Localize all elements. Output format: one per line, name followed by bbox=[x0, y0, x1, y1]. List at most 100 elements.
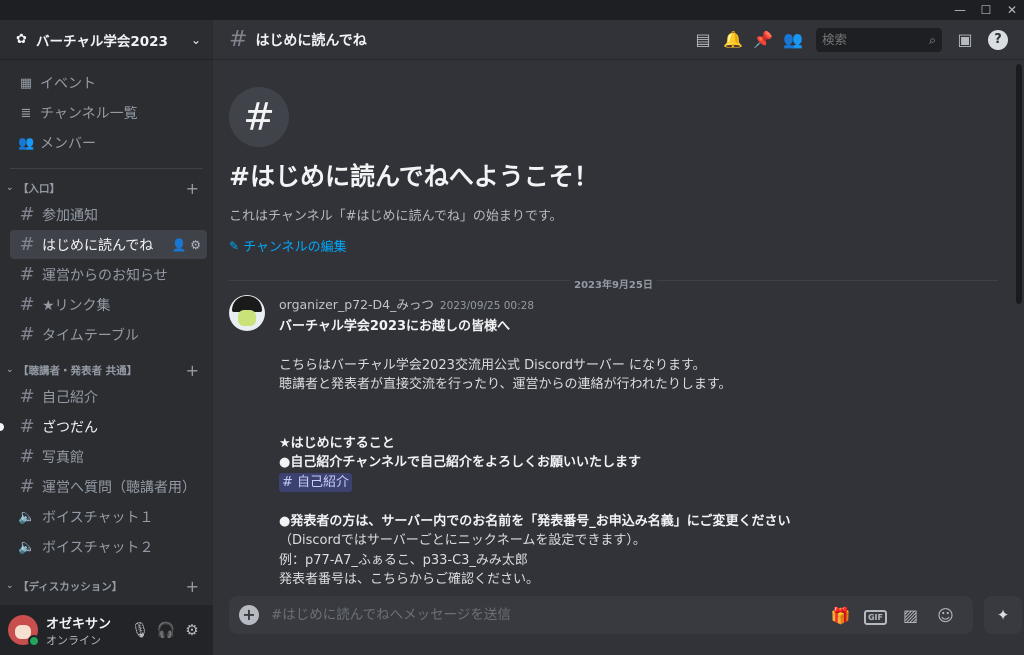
server-header[interactable]: ✿ バーチャル学会2023 ⌄ bbox=[0, 20, 213, 60]
members-link[interactable]: 👥 メンバー bbox=[10, 128, 203, 158]
microphone-icon[interactable]: 🎙 bbox=[127, 621, 153, 639]
channel-item-questions[interactable]: # 運営へ質問（聴講者用） bbox=[10, 472, 207, 501]
avatar[interactable] bbox=[8, 615, 40, 647]
threads-icon[interactable]: ▤ bbox=[688, 30, 718, 49]
edit-channel-link[interactable]: ✎ チャンネルの編集 bbox=[229, 236, 1013, 256]
channel-browser-link[interactable]: ≣ チャンネル一覧 bbox=[10, 98, 203, 128]
scrollbar[interactable] bbox=[1016, 64, 1022, 304]
message-author[interactable]: organizer_p72-D4_みっつ bbox=[279, 295, 434, 315]
channel-label: タイムテーブル bbox=[42, 327, 139, 344]
main-chat: # はじめに読んでね ▤ 🔔 📌 👥 ⌕ ▣ ? # #はじめに読んでねへようこ… bbox=[213, 20, 1024, 655]
apps-button[interactable]: ✦ bbox=[984, 596, 1022, 634]
inbox-icon[interactable]: ▣ bbox=[950, 30, 980, 49]
channel-item-links[interactable]: # ★リンク集 bbox=[10, 290, 207, 319]
gif-icon: GIF bbox=[863, 610, 887, 625]
welcome-title: #はじめに読んでねへようこそ！ bbox=[229, 162, 599, 191]
message-line: こちらはバーチャル学会2023交流用公式 Discordサーバー になります。 bbox=[279, 357, 706, 373]
channel-mention[interactable]: # 自己紹介 bbox=[279, 472, 353, 492]
channel-item-voice-2[interactable]: 🔈 ボイスチャット２ bbox=[10, 532, 207, 561]
gift-icon[interactable]: 🎁 bbox=[823, 606, 858, 625]
bell-icon[interactable]: 🔔 bbox=[718, 30, 748, 49]
sticker-icon[interactable]: ▨ bbox=[893, 606, 928, 625]
message-line: ★はじめにすること bbox=[279, 435, 395, 451]
channel-sidebar: ✿ バーチャル学会2023 ⌄ ▦ イベント ≣ チャンネル一覧 👥 メンバー … bbox=[0, 20, 213, 655]
message-timestamp: 2023/09/25 00:28 bbox=[439, 300, 535, 312]
text-channel-icon: # bbox=[19, 324, 35, 345]
close-button[interactable]: ✕ bbox=[1000, 0, 1024, 20]
app: ✿ バーチャル学会2023 ⌄ ▦ イベント ≣ チャンネル一覧 👥 メンバー … bbox=[0, 20, 1024, 655]
channel-item-timetable[interactable]: # タイムテーブル bbox=[10, 320, 207, 349]
emoji-icon[interactable]: ☺ bbox=[928, 606, 963, 625]
gear-icon[interactable]: ⚙ bbox=[190, 238, 201, 252]
message-body: organizer_p72-D4_みっつ 2023/09/25 00:28 バー… bbox=[279, 295, 1013, 592]
message-line: 例：p77-A7_ふぁるこ、p33-C3_みみ太郎 bbox=[279, 552, 528, 568]
calendar-icon: ▦ bbox=[19, 75, 33, 91]
message-input[interactable] bbox=[271, 607, 823, 623]
text-channel-icon: # bbox=[19, 264, 35, 285]
chevron-down-icon: ⌄ bbox=[6, 581, 14, 591]
category-label: 【聴講者・発表者 共通】 bbox=[18, 364, 138, 377]
channel-tools: 👤 ⚙ bbox=[171, 238, 201, 252]
channel-item-voice-1[interactable]: 🔈 ボイスチャット１ bbox=[10, 502, 207, 531]
minimize-button[interactable]: — bbox=[948, 0, 972, 20]
chevron-down-icon[interactable]: ⌄ bbox=[191, 33, 201, 47]
channel-item-announcements[interactable]: # 運営からのお知らせ bbox=[10, 260, 207, 289]
gear-icon[interactable]: ⚙ bbox=[179, 621, 205, 639]
speaker-icon: 🔈 bbox=[18, 538, 36, 555]
edit-channel-label: チャンネルの編集 bbox=[243, 240, 347, 255]
channel-label: 自己紹介 bbox=[42, 389, 98, 406]
help-icon[interactable]: ? bbox=[988, 29, 1008, 50]
channel-label: ボイスチャット１ bbox=[42, 509, 154, 526]
channel-browser-label: チャンネル一覧 bbox=[40, 106, 138, 122]
members-icon[interactable]: 👥 bbox=[778, 30, 808, 49]
maximize-button[interactable]: ☐ bbox=[974, 0, 998, 20]
chevron-down-icon: ⌄ bbox=[6, 183, 14, 193]
channel-item-chat[interactable]: # ざつだん bbox=[0, 412, 207, 441]
add-channel-icon[interactable]: + bbox=[186, 361, 199, 380]
text-channel-icon: # bbox=[19, 204, 35, 225]
channel-item-read-first[interactable]: # はじめに読んでね 👤 ⚙ bbox=[10, 230, 207, 259]
category-label: 【入口】 bbox=[18, 182, 60, 195]
gif-button[interactable]: GIF bbox=[858, 605, 893, 625]
add-attachment-icon[interactable]: + bbox=[239, 605, 259, 625]
channel-title: はじめに読んでね bbox=[255, 32, 367, 49]
channel-item-participation[interactable]: # 参加通知 bbox=[10, 200, 207, 229]
pin-icon[interactable]: 📌 bbox=[748, 30, 778, 49]
channel-item-photos[interactable]: # 写真館 bbox=[10, 442, 207, 471]
events-link[interactable]: ▦ イベント bbox=[10, 68, 203, 98]
add-channel-icon[interactable]: + bbox=[186, 577, 199, 596]
search-input[interactable] bbox=[822, 32, 929, 47]
server-name: バーチャル学会2023 bbox=[36, 33, 168, 50]
user-info[interactable]: オゼキサン オンライン bbox=[46, 613, 127, 648]
headphones-icon[interactable]: 🎧 bbox=[153, 621, 179, 639]
category-label: 【ディスカッション】 bbox=[18, 580, 123, 593]
text-channel-icon: # bbox=[229, 27, 248, 52]
apps-icon: ✦ bbox=[996, 606, 1010, 624]
author-avatar[interactable] bbox=[229, 295, 265, 331]
channel-item-self-intro[interactable]: # 自己紹介 bbox=[10, 382, 207, 411]
welcome-subtitle: これはチャンネル「#はじめに読んでね」の始まりです。 bbox=[229, 209, 563, 224]
search-box[interactable]: ⌕ bbox=[816, 27, 942, 52]
date-divider-label: 2023年9月25日 bbox=[570, 280, 657, 291]
text-channel-icon: # bbox=[19, 476, 35, 497]
text-channel-icon: # bbox=[19, 234, 35, 255]
message-composer: + 🎁 GIF ▨ ☺ bbox=[229, 596, 973, 634]
category-entrance[interactable]: ⌄ 【入口】 + bbox=[0, 177, 213, 199]
add-channel-icon[interactable]: + bbox=[186, 179, 199, 198]
category-common[interactable]: ⌄ 【聴講者・発表者 共通】 + bbox=[0, 359, 213, 381]
message-line: 発表者番号は、こちらからご確認ください。 bbox=[279, 572, 540, 587]
category-discussion[interactable]: ⌄ 【ディスカッション】 + bbox=[0, 575, 213, 597]
channel-label: ボイスチャット２ bbox=[42, 539, 154, 556]
username: オゼキサン bbox=[46, 616, 112, 632]
message-line[interactable]: # 自己紹介 bbox=[279, 472, 1013, 492]
message-line[interactable]: https://sites.google.com/view/vconf2023-… bbox=[279, 590, 1013, 593]
user-panel: オゼキサン オンライン 🎙 🎧 ⚙ bbox=[0, 605, 213, 655]
message-line: （Discordではサーバーごとにニックネームを設定できます）。 bbox=[279, 533, 646, 548]
unread-indicator bbox=[0, 422, 4, 431]
invite-icon[interactable]: 👤 bbox=[171, 238, 186, 252]
channel-label: はじめに読んでね bbox=[42, 237, 154, 254]
message-area: # #はじめに読んでねへようこそ！ これはチャンネル「#はじめに読んでね」の始ま… bbox=[213, 60, 1013, 592]
channel-header: # はじめに読んでね ▤ 🔔 📌 👥 ⌕ ▣ ? bbox=[213, 20, 1024, 60]
